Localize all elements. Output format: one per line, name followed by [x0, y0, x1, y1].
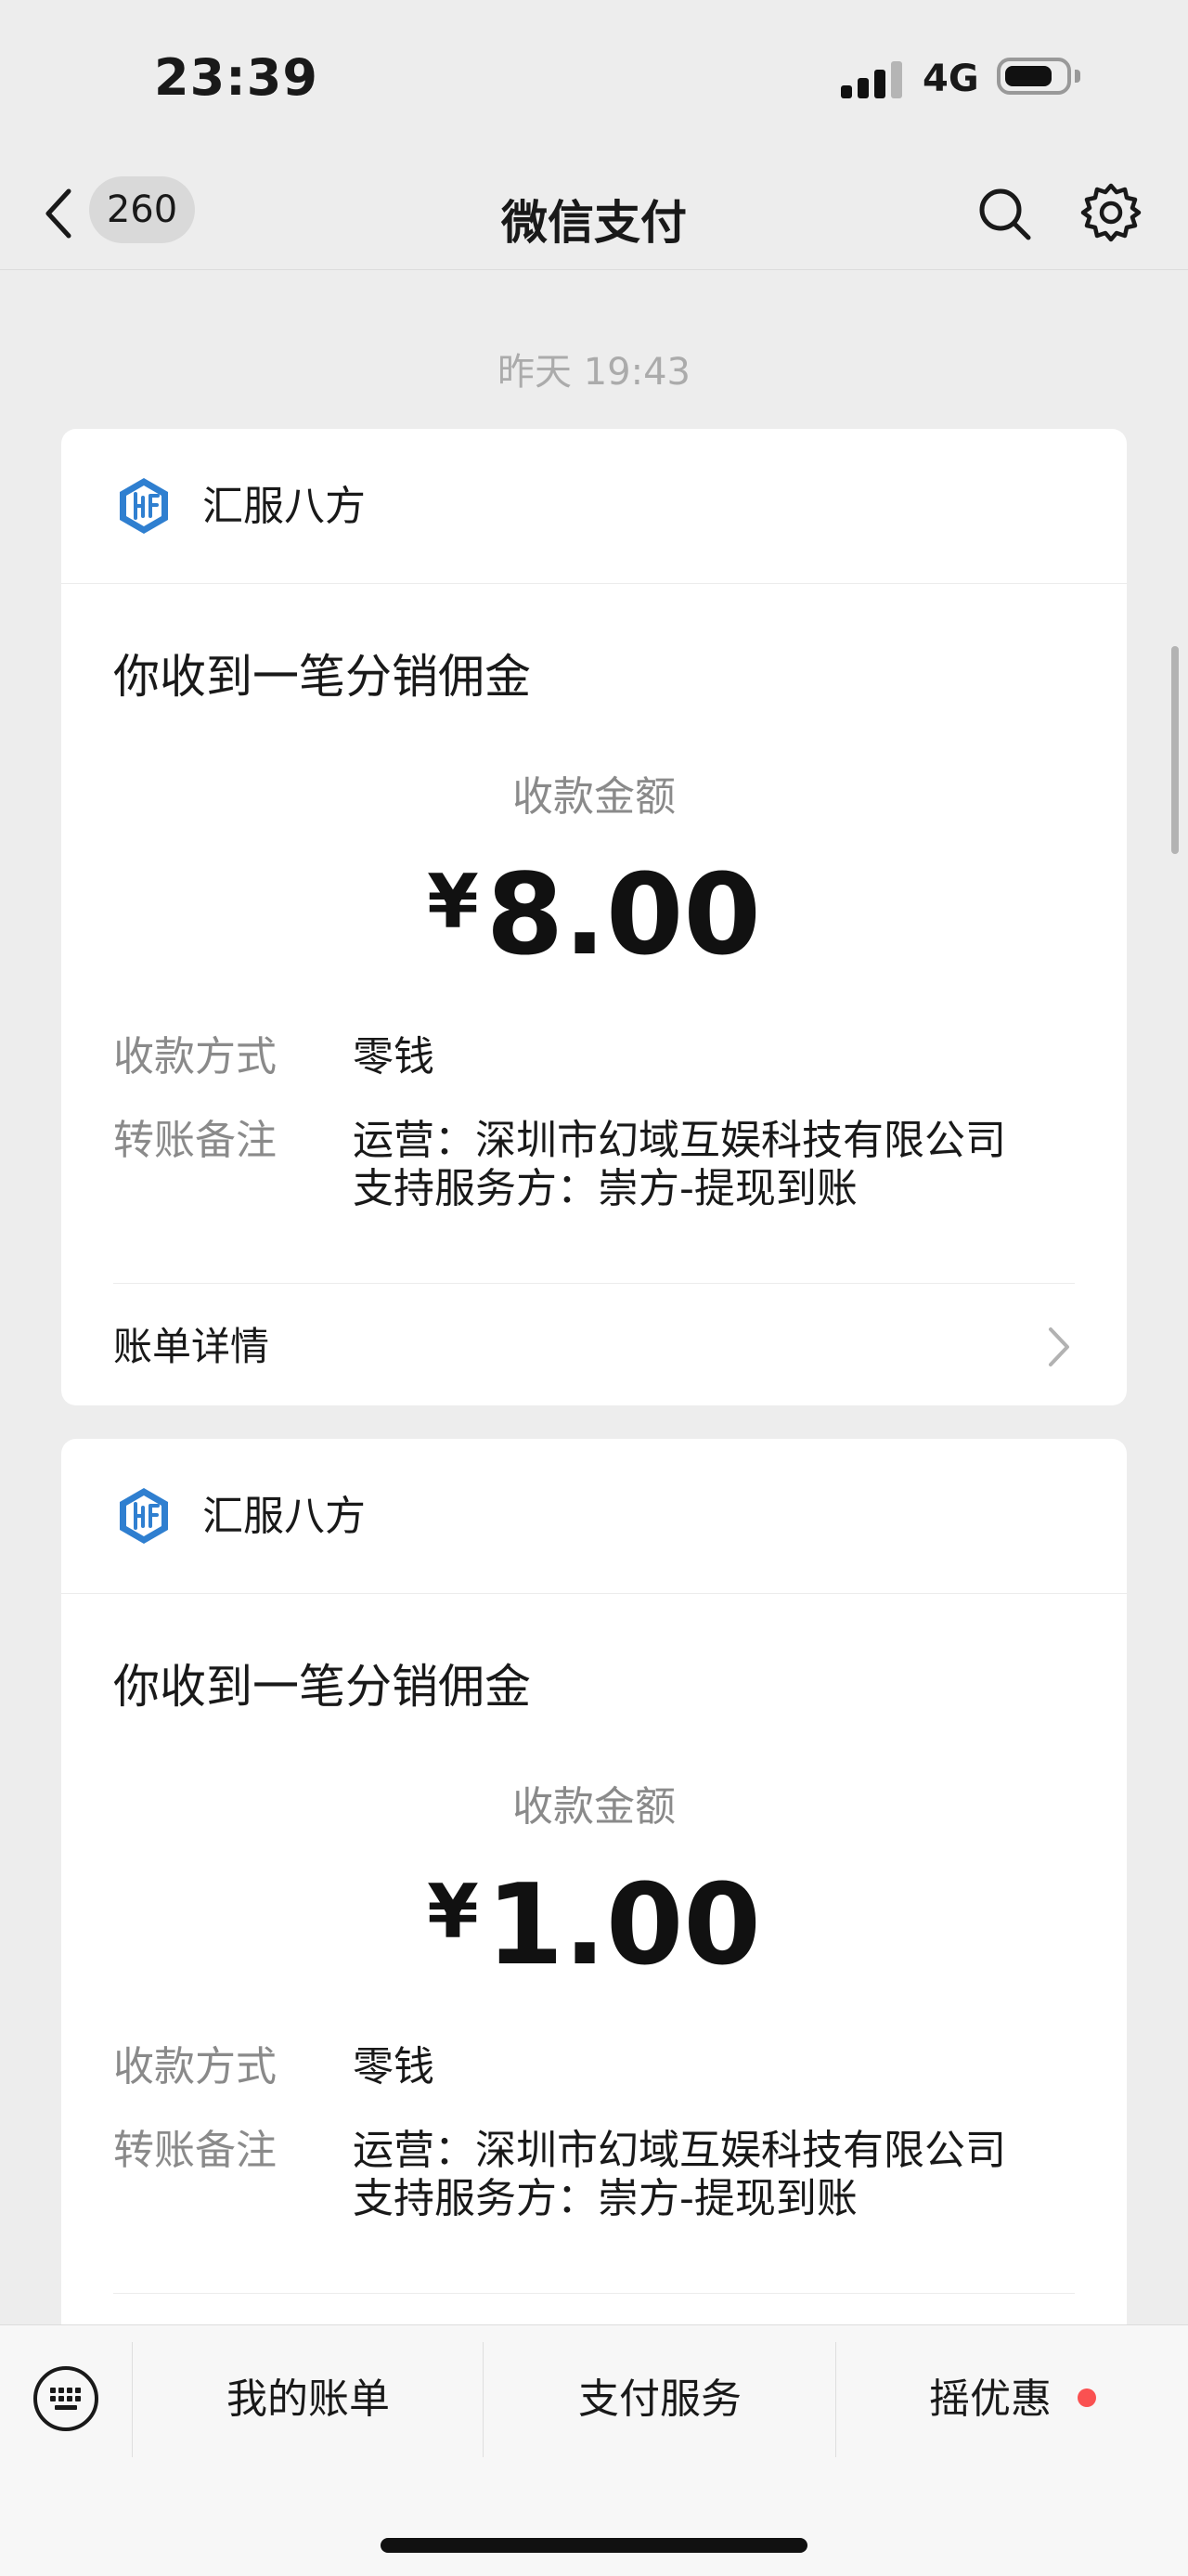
method-label: 收款方式 — [113, 2043, 277, 2091]
note-line-2: 支持服务方：崇方-提现到账 — [353, 1165, 858, 1212]
card-title: 你收到一笔分销佣金 — [113, 1660, 531, 1714]
method-label: 收款方式 — [113, 1033, 277, 1081]
merchant-name: 汇服八方 — [202, 483, 366, 530]
note-label: 转账备注 — [113, 2127, 277, 2174]
bottom-menu-bar: 我的账单 支付服务 摇优惠 — [0, 2324, 1188, 2576]
status-time: 23:39 — [154, 48, 318, 107]
amount-value: ¥1.00 — [61, 1847, 1127, 1991]
amount-label: 收款金额 — [512, 1783, 676, 1831]
merchant-logo-icon — [120, 1488, 168, 1544]
card-header[interactable]: 汇服八方 — [61, 429, 1127, 584]
merchant-name: 汇服八方 — [202, 1493, 366, 1540]
card-title: 你收到一笔分销佣金 — [113, 650, 531, 704]
method-value: 零钱 — [353, 2043, 434, 2091]
merchant-logo-icon — [120, 478, 168, 534]
battery-level — [1005, 66, 1052, 86]
home-indicator[interactable] — [381, 2538, 807, 2553]
currency-symbol: ¥ — [427, 1869, 479, 1955]
search-icon[interactable] — [975, 184, 1036, 245]
bill-detail-label: 账单详情 — [113, 1324, 270, 1369]
note-label: 转账备注 — [113, 1117, 277, 1164]
amount-number: 8.00 — [485, 851, 761, 980]
unread-count-badge[interactable]: 260 — [89, 176, 195, 243]
payment-notification-card[interactable]: 汇服八方 你收到一笔分销佣金 收款金额 ¥1.00 收款方式 零钱 转账备注 运… — [61, 1439, 1127, 2349]
keyboard-icon[interactable] — [32, 2364, 100, 2433]
note-line-2: 支持服务方：崇方-提现到账 — [353, 2175, 858, 2222]
cellular-signal-icon — [841, 61, 902, 98]
gear-icon[interactable] — [1078, 180, 1143, 245]
scrollbar-thumb[interactable] — [1171, 646, 1179, 854]
battery-icon — [997, 58, 1071, 95]
nav-bar: 260 微信支付 — [0, 158, 1188, 270]
status-bar: 23:39 4G — [0, 0, 1188, 158]
network-type: 4G — [923, 58, 979, 100]
page-title: 微信支付 — [501, 196, 687, 250]
chevron-right-icon — [1049, 1327, 1069, 1366]
currency-symbol: ¥ — [427, 859, 479, 945]
amount-value: ¥8.00 — [61, 837, 1127, 981]
amount-number: 1.00 — [485, 1861, 761, 1990]
method-value: 零钱 — [353, 1033, 434, 1081]
menu-payment-services[interactable]: 支付服务 — [483, 2342, 836, 2457]
card-header[interactable]: 汇服八方 — [61, 1439, 1127, 1594]
amount-label: 收款金额 — [512, 773, 676, 821]
menu-shake-deals-label: 摇优惠 — [929, 2375, 1052, 2423]
payment-notification-card[interactable]: 汇服八方 你收到一笔分销佣金 收款金额 ¥8.00 收款方式 零钱 转账备注 运… — [61, 429, 1127, 1405]
battery-nub — [1075, 70, 1080, 83]
card-divider — [113, 1283, 1075, 1284]
bill-detail-link[interactable]: 账单详情 — [113, 1313, 1075, 1387]
note-line-1: 运营：深圳市幻域互娱科技有限公司 — [353, 2127, 1006, 2174]
menu-my-bills[interactable]: 我的账单 — [132, 2342, 484, 2457]
back-chevron-icon[interactable] — [37, 184, 84, 243]
notification-dot — [1078, 2388, 1096, 2407]
menu-shake-deals[interactable]: 摇优惠 — [835, 2342, 1188, 2457]
card-divider — [113, 2293, 1075, 2294]
message-timestamp: 昨天 19:43 — [497, 351, 691, 394]
note-line-1: 运营：深圳市幻域互娱科技有限公司 — [353, 1117, 1006, 1164]
